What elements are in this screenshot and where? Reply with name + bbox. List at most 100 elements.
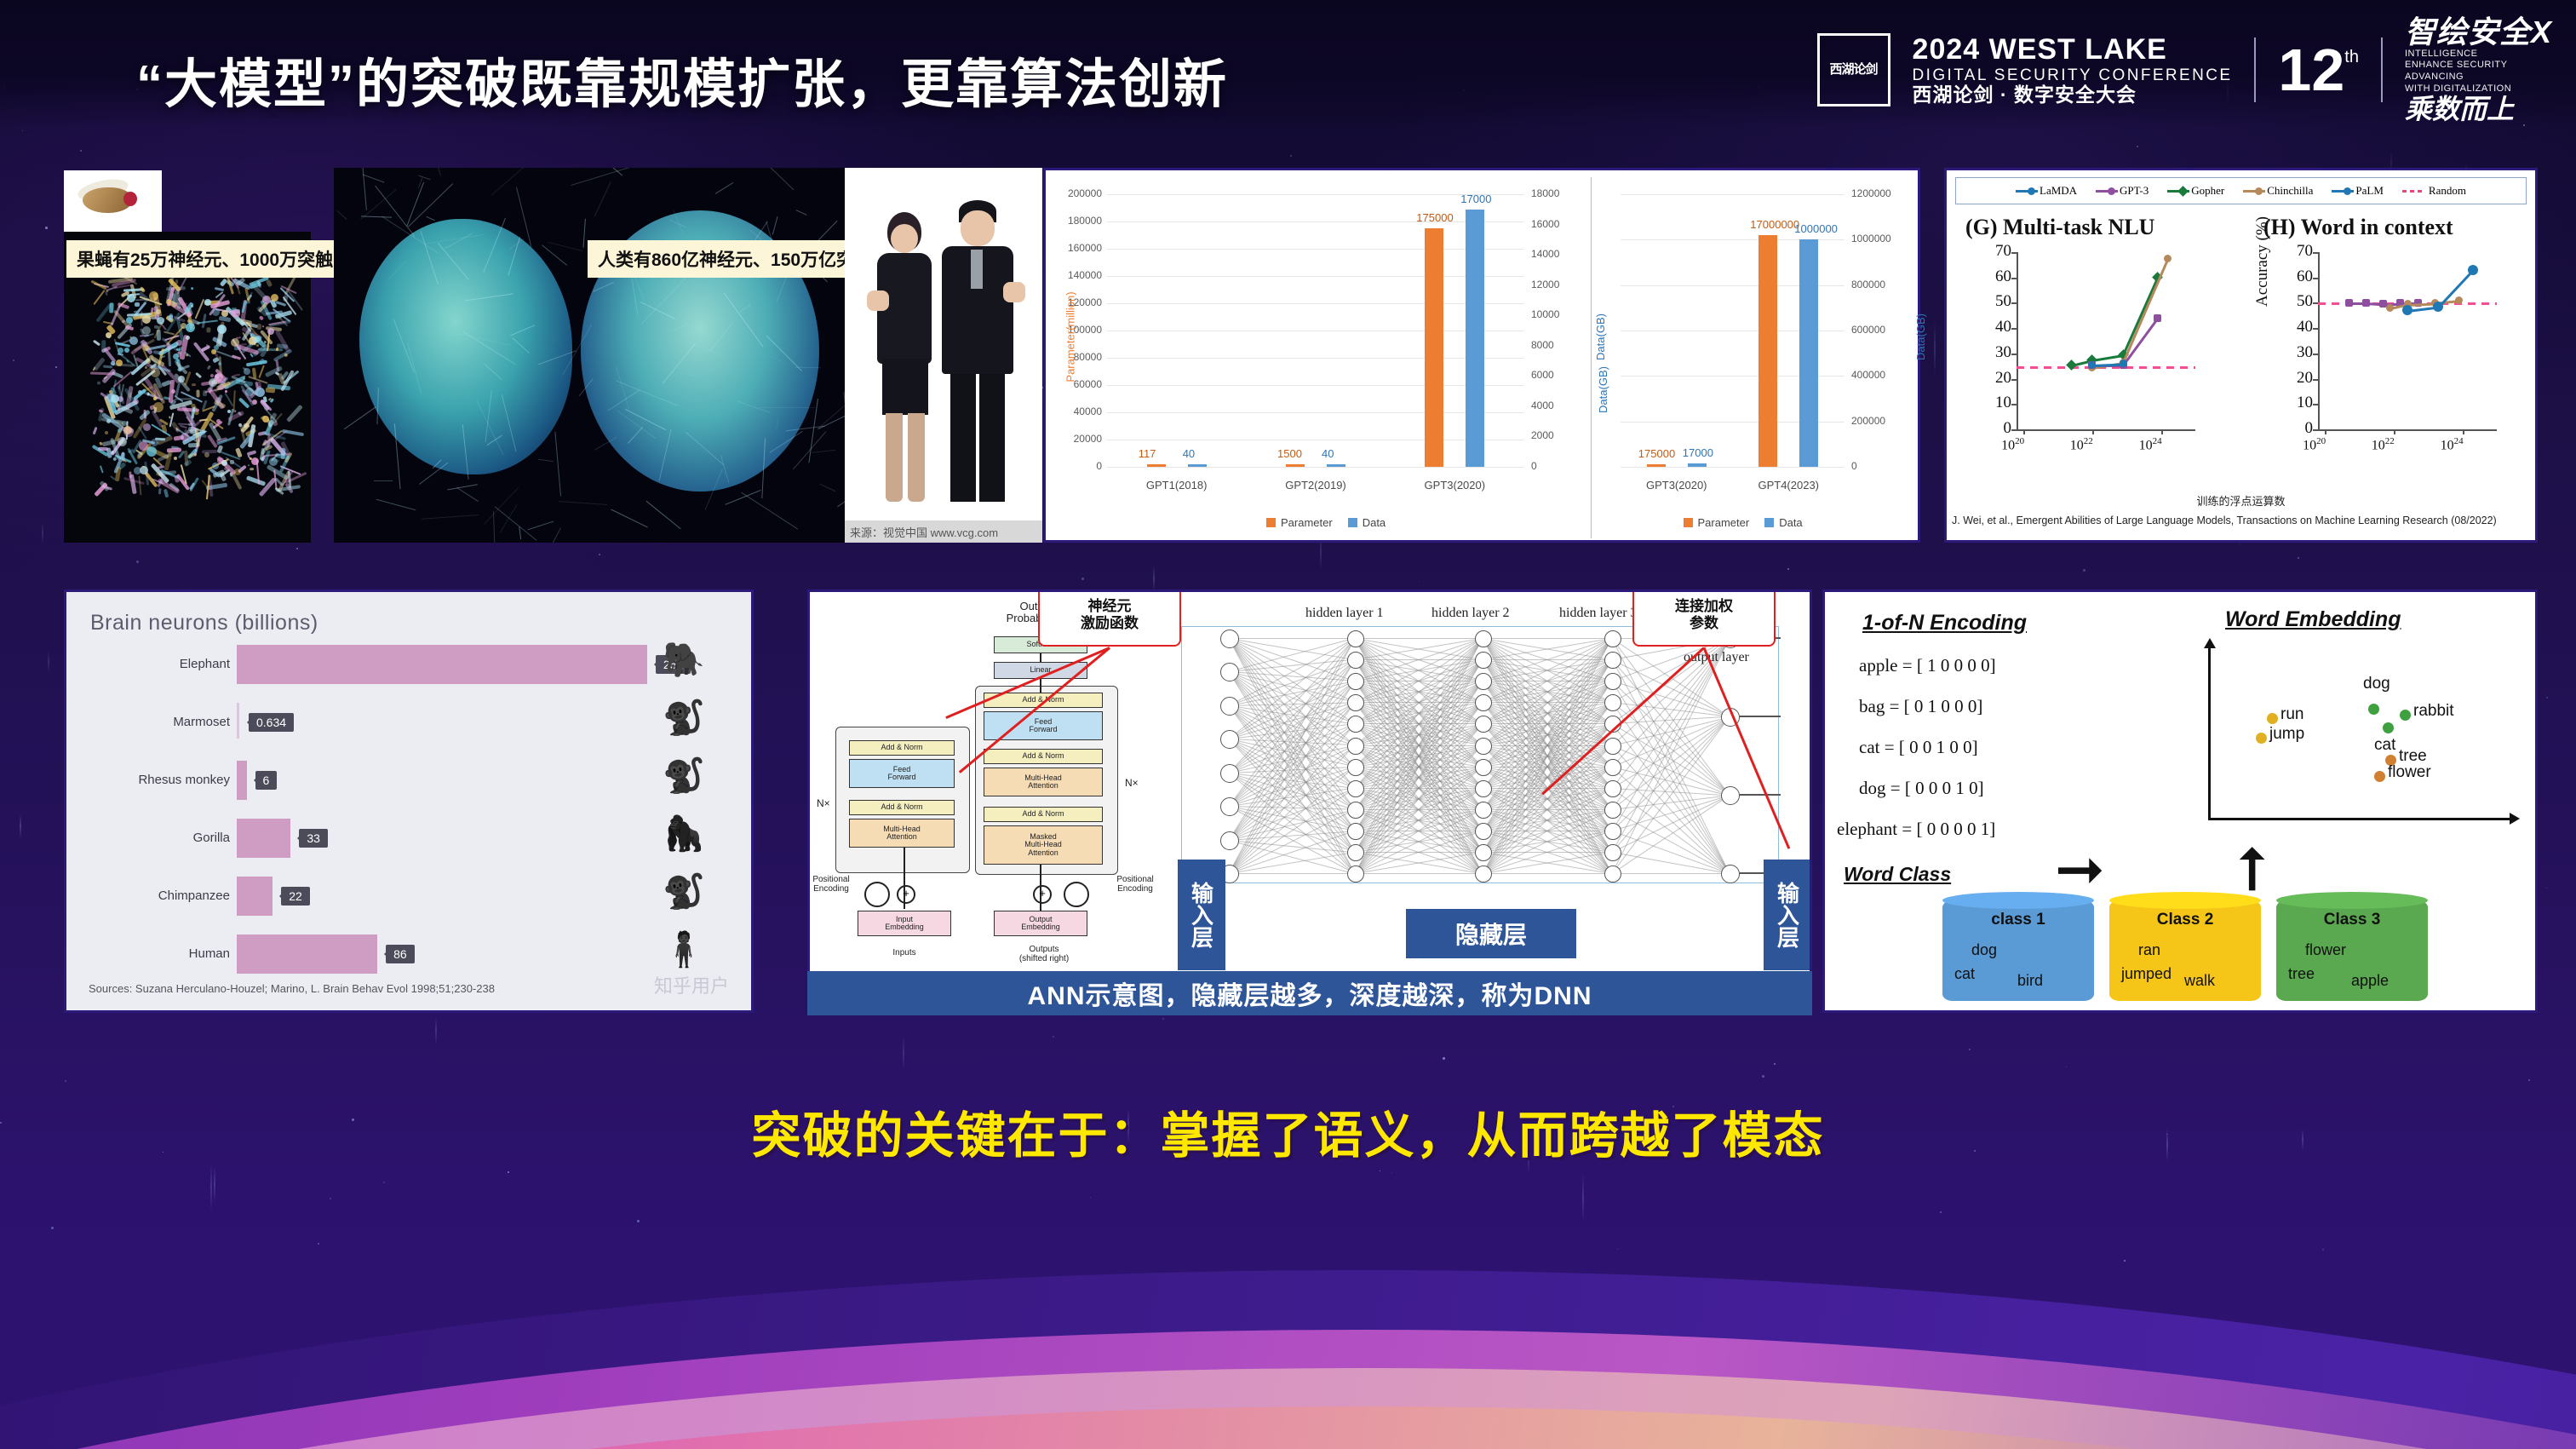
nn-node [1347, 652, 1364, 669]
connectome-blob [149, 291, 158, 301]
connectome-blob [105, 431, 108, 434]
bar-value-label: 117 [1139, 447, 1156, 460]
y-tick-label: 10 [2284, 394, 2313, 412]
page-title: “大模型”的突破既靠规模扩张，更靠算法创新 [136, 41, 1228, 118]
star [80, 150, 82, 152]
animal-silhouette-icon: 🐒 [663, 875, 705, 909]
y-tick-label: 60 [2284, 267, 2313, 286]
connectome-fiber [234, 410, 236, 412]
connectome-blob [267, 328, 274, 335]
series-marker [2088, 361, 2096, 369]
gridline [1107, 467, 1524, 468]
y-tick-label: 40 [2284, 318, 2313, 336]
nn-node [1475, 823, 1492, 840]
brain-fiber [812, 450, 835, 453]
brain-fiber [538, 459, 554, 463]
x-tick [2092, 429, 2094, 434]
bar-value-label: 175000 [1638, 447, 1675, 460]
nn-node [1220, 831, 1239, 850]
connectome-blob [106, 419, 111, 423]
brain-fiber [376, 499, 416, 511]
bar-value-label: 17000 [1460, 193, 1491, 205]
legend-marker-icon [2344, 187, 2351, 195]
conf-sub-en: DIGITAL SECURITY CONFERENCE [1913, 66, 2233, 84]
y2-tick-label: 400000 [1851, 369, 1885, 381]
list-item: Class 3 flower tree apple [2276, 900, 2428, 1001]
human-brain-caption: 人类有860亿神经元、150万亿突触 [588, 240, 882, 278]
subplot-h-title: (H) Word in context [2263, 215, 2453, 240]
x-tick [2161, 429, 2163, 434]
connectome-blob [142, 315, 151, 324]
embedding-scatter: run jump dog rabbit cat tree flower [2183, 643, 2523, 839]
nn-node [1475, 652, 1492, 669]
ann-caption: ANN示意图，隐藏层越多，深度越深，称为DNN [807, 971, 1812, 1015]
brain-fiber [571, 168, 636, 186]
class-title: Class 2 [2109, 911, 2261, 929]
bar-category-label: Elephant [83, 657, 230, 671]
legend-label: Chinchilla [2267, 184, 2313, 198]
legend-label: Random [2429, 184, 2466, 198]
flops-axis-label: 训练的浮点运算数 [1947, 492, 2535, 509]
connectome-blob [153, 402, 164, 412]
connectome-blob [174, 457, 177, 460]
light-streak [1934, 322, 1936, 376]
gridline [1107, 303, 1524, 304]
light-streak [435, 1016, 437, 1045]
output-arrow-icon [1740, 716, 1781, 717]
hidden-layer-box: 隐藏层 [1406, 909, 1576, 958]
nn-node [1604, 630, 1621, 647]
connectome-blob [212, 463, 219, 469]
scatter-point [2383, 722, 2394, 733]
connectome-fiber [206, 327, 210, 332]
legend-label-parameter: Parameter [1281, 516, 1333, 529]
y2-tick-label: 600000 [1851, 324, 1885, 336]
scatter-point-label: dog [2363, 675, 2390, 693]
positional-encoding-label: Positional Encoding [1103, 875, 1168, 894]
brain-fiber [817, 391, 845, 430]
brain-fiber [484, 487, 519, 525]
y-tick-label: 20 [2284, 369, 2313, 388]
chart-legend: Parameter Data [1684, 516, 1803, 529]
brain-fiber [741, 492, 798, 530]
legend-item: GPT-3 [2096, 184, 2149, 198]
y-tick-label: 40 [1982, 318, 2011, 336]
bar-value-tag: 86 [386, 945, 415, 963]
bar-value-label: 175000 [1416, 211, 1453, 224]
animal-silhouette-icon: 🐒 [663, 701, 705, 735]
nn-node [1220, 697, 1239, 716]
nn-node [1604, 802, 1621, 819]
nn-node [1475, 780, 1492, 797]
legend-marker-icon [2255, 187, 2263, 195]
class-word: jumped [2121, 965, 2172, 983]
brain-fiber [500, 504, 518, 532]
sine-circle-icon [864, 882, 890, 907]
nn-node [1475, 759, 1492, 776]
photo-watermark: 来源：视觉中国 www.vcg.com [845, 520, 1042, 543]
bar-parameter [1647, 464, 1666, 467]
brain-fiber [837, 472, 845, 507]
connectome-fiber [146, 392, 149, 395]
star [1162, 1018, 1164, 1020]
brain-fiber [344, 406, 376, 429]
connectome-fiber [90, 371, 115, 375]
connectome-blob [143, 345, 149, 351]
brain-fiber [436, 168, 441, 176]
bar-category-label: Gorilla [83, 831, 230, 845]
nn-node [1604, 780, 1621, 797]
connectome-fiber [93, 340, 100, 347]
bar-category-label: Rhesus monkey [83, 773, 230, 787]
y2-tick-label: 14000 [1531, 248, 1559, 260]
gridline [1621, 467, 1845, 468]
connectome-blob [122, 421, 127, 426]
x-tick [2325, 429, 2326, 434]
scatter-point [2256, 733, 2267, 744]
anniversary-number: 12 [2278, 43, 2344, 97]
connectome-blob [251, 457, 259, 465]
callout-neuron-activation: 神经元 激励函数 [1038, 589, 1181, 647]
output-layer-box: 输入层 [1764, 860, 1811, 970]
slogan-top: 智绘安全X [2405, 16, 2552, 49]
y-axis-line [2017, 252, 2018, 429]
bar-data [1327, 464, 1345, 467]
y-tick-label: 50 [1982, 292, 2011, 311]
brain-fiber [594, 181, 611, 216]
